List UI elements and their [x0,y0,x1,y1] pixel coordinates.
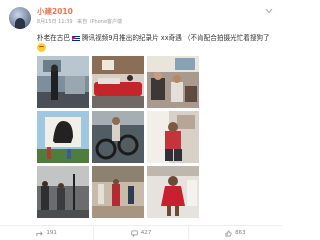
share-count: 191 [46,230,57,236]
post-actions-bar: 191 427 863 [0,225,282,240]
like-button[interactable]: 863 [187,226,282,240]
photo-room-group[interactable] [147,56,199,108]
photo-bikes-street[interactable] [92,111,144,163]
post-text: 朴老在古巴 腾讯视频9月推出的纪录片 xx奇遇 （不肯配合拍摄光忙着搜狗了 [37,33,273,53]
share-button[interactable]: 191 [0,226,93,240]
more-options-icon[interactable] [264,7,274,15]
comment-icon [131,229,138,237]
photo-red-boat[interactable] [92,56,144,108]
post-date[interactable]: 8月15日 11:39 [37,19,73,25]
photo-street-crew[interactable] [37,166,89,218]
photo-che-mural[interactable] [37,111,89,163]
share-icon [36,230,44,236]
cuba-flag-icon [71,36,80,41]
comment-button[interactable]: 427 [93,226,187,240]
comment-count: 427 [140,230,152,236]
thumbs-up-icon [225,230,232,236]
post-meta: 8月15日 11:39 来自 iPhone客户端 [37,19,122,26]
photo-courtyard-dance[interactable] [92,166,144,218]
sweat-smile-emoji-icon [37,43,46,52]
source-label: 来自 [77,19,88,25]
username-link[interactable]: 小建2010 [37,7,73,17]
post-text-part1: 朴老在古巴 [37,34,70,42]
photo-dancer-red[interactable] [147,166,199,218]
weibo-post: 小建2010 8月15日 11:39 来自 iPhone客户端 朴老在古巴 腾讯视频… [0,0,282,240]
like-count: 863 [235,230,246,236]
client-link[interactable]: iPhone客户端 [90,19,122,25]
image-grid [37,56,201,220]
post-text-part2: 腾讯视频9月推出的纪录片 xx奇遇 （不肯配合拍摄光忙着搜狗了 [81,34,270,42]
user-avatar[interactable] [9,7,31,29]
photo-woman-sitting[interactable] [147,111,199,163]
photo-old-car-man[interactable] [37,56,89,108]
